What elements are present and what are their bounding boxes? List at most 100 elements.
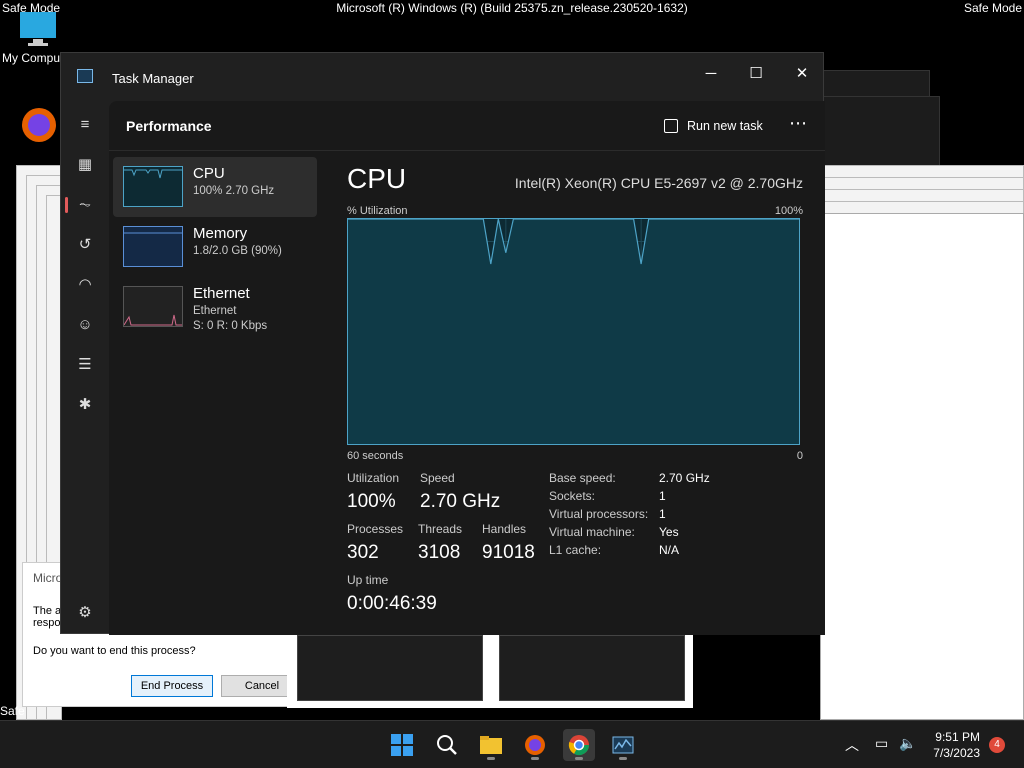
stat-label: Up time <box>347 573 389 587</box>
dialog-question: Do you want to end this process? <box>33 645 196 657</box>
info-label: Base speed: <box>549 471 616 485</box>
end-process-button[interactable]: End Process <box>131 675 213 697</box>
info-value: 1 <box>659 489 666 503</box>
file-explorer-icon[interactable] <box>475 729 507 761</box>
performance-page: Performance Run new task ⋯ CPU 100% 2.70… <box>109 101 825 635</box>
clock-date: 7/3/2023 <box>933 746 980 760</box>
cpu-graph-svg <box>348 218 799 444</box>
resource-stat: Ethernet <box>193 305 237 317</box>
memory-mini-graph <box>123 226 183 267</box>
stat-value: 100% <box>347 491 396 512</box>
chevron-up-icon[interactable]: ︿ <box>845 735 859 755</box>
dialog-message: The a respo <box>33 605 62 629</box>
chrome-icon[interactable] <box>563 729 595 761</box>
resource-item-memory[interactable]: Memory 1.8/2.0 GB (90%) <box>113 217 317 277</box>
cpu-model: Intel(R) Xeon(R) CPU E5-2697 v2 @ 2.70GH… <box>514 175 803 191</box>
stat-value: 2.70 GHz <box>420 491 501 512</box>
minimize-button[interactable]: ─ <box>688 59 734 89</box>
time-axis-label: 60 seconds <box>347 450 404 462</box>
details-icon[interactable]: ☰ <box>69 349 101 381</box>
navigation-rail: ≡ ▦ ⏦ ↺ ◠ ☺ ☰ ✱ ⚙ <box>61 101 109 635</box>
search-icon[interactable] <box>431 729 463 761</box>
stat-value: 302 <box>347 542 379 563</box>
clock[interactable]: 9:51 PM 7/3/2023 <box>933 729 980 761</box>
stat-label: Processes <box>347 522 404 536</box>
cpu-utilization-graph <box>347 218 800 445</box>
dialog-title: Micro <box>33 571 63 585</box>
firefox-icon <box>22 108 56 142</box>
info-label: L1 cache: <box>549 543 602 557</box>
utilization-axis-label: % Utilization <box>347 205 408 217</box>
resource-name: Ethernet <box>193 285 250 302</box>
window-thumbnail[interactable] <box>297 635 483 701</box>
title-bar[interactable]: Task Manager ─ ☐ ✕ <box>61 53 825 101</box>
resource-stat: 100% 2.70 GHz <box>193 185 275 197</box>
ethernet-mini-graph <box>123 286 183 327</box>
firefox-icon[interactable] <box>519 729 551 761</box>
info-value: 1 <box>659 507 666 521</box>
run-task-icon <box>664 119 678 133</box>
processes-icon[interactable]: ▦ <box>69 149 101 181</box>
stat-label: Handles <box>482 522 527 536</box>
safe-mode-label-right: Safe Mode <box>963 1 1022 15</box>
stat-value: 91018 <box>482 542 535 563</box>
run-new-task-button[interactable]: Run new task <box>664 115 763 137</box>
resource-stat: 1.8/2.0 GB (90%) <box>193 245 282 257</box>
resource-name: Memory <box>193 225 248 242</box>
info-label: Virtual processors: <box>549 507 649 521</box>
task-manager-icon[interactable] <box>607 729 639 761</box>
info-value: Yes <box>659 525 679 539</box>
cpu-mini-graph <box>123 166 183 207</box>
window-title: Task Manager <box>112 71 194 86</box>
desktop-safe-mode-bar: Safe Mode Microsoft (R) Windows (R) (Bui… <box>0 0 1024 16</box>
notification-badge[interactable]: 4 <box>989 737 1005 753</box>
menu-icon[interactable]: ≡ <box>69 109 101 141</box>
maximize-button[interactable]: ☐ <box>733 59 779 89</box>
cpu-utilization-area <box>348 219 799 444</box>
computer-icon <box>20 12 56 46</box>
stat-value: 3108 <box>418 542 461 563</box>
start-icon[interactable] <box>386 729 418 761</box>
resource-item-cpu[interactable]: CPU 100% 2.70 GHz <box>113 157 317 217</box>
stat-label: Speed <box>420 471 455 485</box>
volume-icon[interactable]: 🔈 <box>899 735 916 752</box>
task-manager-icon <box>77 69 93 83</box>
desktop-icon-label: My Compu <box>2 51 61 65</box>
more-options-button[interactable]: ⋯ <box>789 113 808 134</box>
stat-value: 0:00:46:39 <box>347 593 437 614</box>
resource-stat-throughput: S: 0 R: 0 Kbps <box>193 320 268 332</box>
stat-label: Threads <box>418 522 463 536</box>
background-window-titlebar <box>820 215 1020 245</box>
background-window <box>820 96 940 166</box>
network-icon[interactable]: ▭ <box>875 735 888 752</box>
page-header: Performance Run new task ⋯ <box>109 101 825 151</box>
utilization-axis-max: 100% <box>774 205 803 217</box>
time-axis-min: 0 <box>796 450 803 462</box>
detail-heading: CPU <box>347 163 407 194</box>
clock-time: 9:51 PM <box>935 730 980 744</box>
startup-icon[interactable]: ◠ <box>69 269 101 301</box>
performance-icon[interactable]: ⏦ <box>65 189 101 221</box>
task-manager-window: Task Manager ─ ☐ ✕ ≡ ▦ ⏦ ↺ ◠ ☺ ☰ ✱ ⚙ Per… <box>60 52 825 635</box>
app-history-icon[interactable]: ↺ <box>69 229 101 261</box>
info-value: N/A <box>659 543 680 557</box>
stat-label: Utilization <box>347 471 400 485</box>
window-thumbnail[interactable] <box>499 635 685 701</box>
safe-mode-label-bottom: Safe <box>0 704 25 718</box>
resource-name: CPU <box>193 165 225 182</box>
resource-item-ethernet[interactable]: Ethernet Ethernet S: 0 R: 0 Kbps <box>113 277 317 337</box>
taskbar: ︿ ▭ 🔈 9:51 PM 7/3/2023 4 <box>0 720 1024 768</box>
desktop-icon-firefox[interactable] <box>0 105 62 148</box>
services-icon[interactable]: ✱ <box>69 389 101 421</box>
page-title: Performance <box>126 118 212 134</box>
info-label: Sockets: <box>549 489 596 503</box>
users-icon[interactable]: ☺ <box>69 309 101 341</box>
desktop-icon-my-computer[interactable]: My Compu <box>0 10 62 65</box>
build-label: Microsoft (R) Windows (R) (Build 25375.z… <box>336 1 688 15</box>
taskbar-thumbnails <box>287 633 693 708</box>
close-button[interactable]: ✕ <box>779 59 825 89</box>
info-value: 2.70 GHz <box>659 471 710 485</box>
background-window <box>820 213 1024 720</box>
settings-icon[interactable]: ⚙ <box>69 597 101 629</box>
info-label: Virtual machine: <box>549 525 635 539</box>
